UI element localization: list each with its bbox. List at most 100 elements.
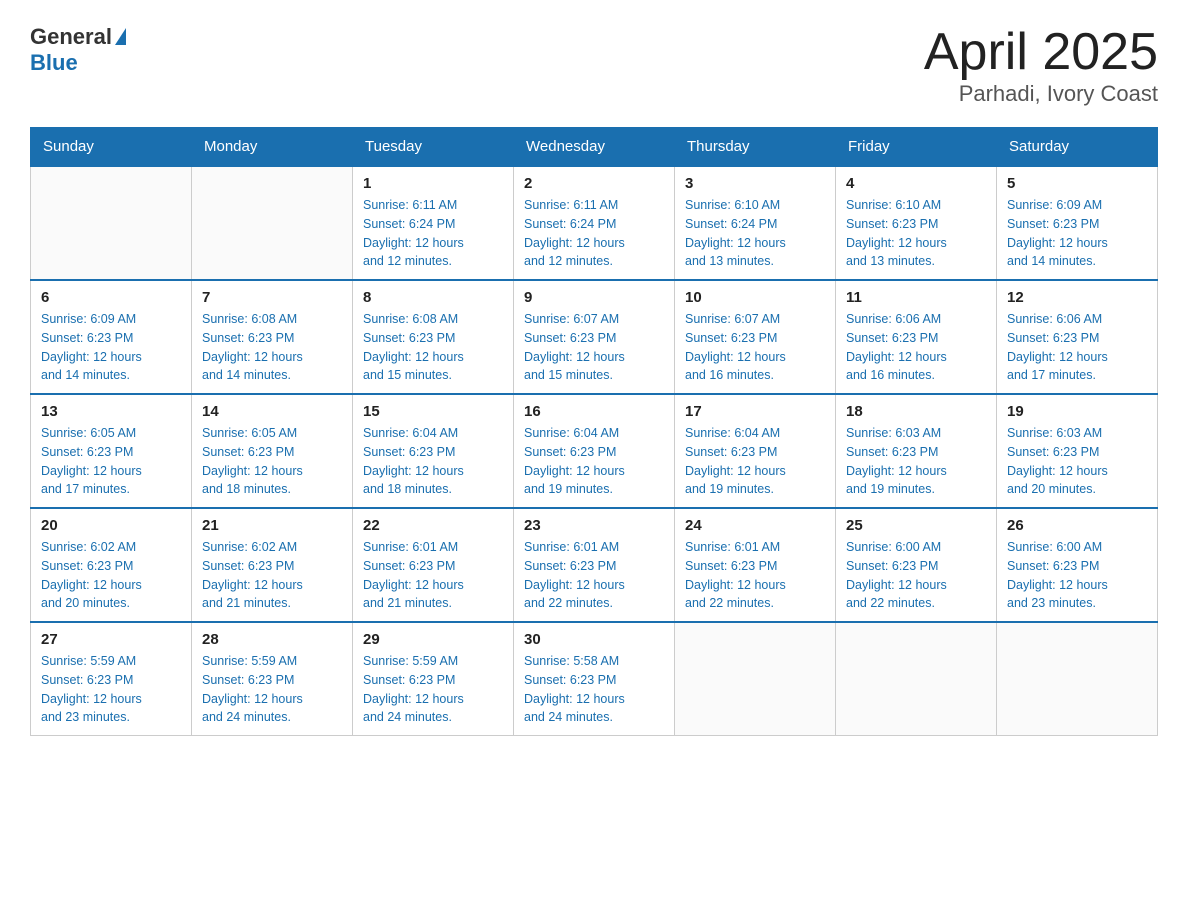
calendar-cell: [675, 622, 836, 736]
calendar-cell: 17 Sunrise: 6:04 AM Sunset: 6:23 PM Dayli…: [675, 394, 836, 508]
calendar-cell: 8Sunrise: 6:08 AM Sunset: 6:23 PM Daylig…: [353, 280, 514, 394]
calendar-cell: 13 Sunrise: 6:05 AM Sunset: 6:23 PM Dayli…: [31, 394, 192, 508]
day-number: 4: [846, 175, 986, 192]
calendar-cell: 2 Sunrise: 6:11 AM Sunset: 6:24 PM Daylig…: [514, 166, 675, 280]
day-number: 24: [685, 517, 825, 534]
calendar-cell: 1 Sunrise: 6:11 AM Sunset: 6:24 PM Daylig…: [353, 166, 514, 280]
calendar-cell: 22 Sunrise: 6:01 AM Sunset: 6:23 PM Dayli…: [353, 508, 514, 622]
calendar-cell: 12 Sunrise: 6:06 AM Sunset: 6:23 PM Dayli…: [997, 280, 1158, 394]
day-info: Sunrise: 6:00 AM Sunset: 6:23 PM Dayligh…: [846, 538, 986, 613]
day-info: Sunrise: 6:01 AM Sunset: 6:23 PM Dayligh…: [524, 538, 664, 613]
day-number: 20: [41, 517, 181, 534]
title-block: April 2025 Parhadi, Ivory Coast: [924, 24, 1158, 107]
day-info: Sunrise: 6:03 AM Sunset: 6:23 PM Dayligh…: [1007, 424, 1147, 499]
page-header: General Blue April 2025 Parhadi, Ivory C…: [30, 24, 1158, 107]
weekday-header-saturday: Saturday: [997, 128, 1158, 167]
day-number: 27: [41, 631, 181, 648]
calendar-cell: [192, 166, 353, 280]
day-info: Sunrise: 5:58 AM Sunset: 6:23 PM Dayligh…: [524, 652, 664, 727]
day-info: Sunrise: 6:04 AM Sunset: 6:23 PM Dayligh…: [685, 424, 825, 499]
day-info: Sunrise: 6:03 AM Sunset: 6:23 PM Dayligh…: [846, 424, 986, 499]
day-number: 17: [685, 403, 825, 420]
day-info: Sunrise: 6:09 AM Sunset: 6:23 PM Dayligh…: [41, 310, 181, 385]
logo-triangle-icon: [115, 28, 126, 45]
calendar-week-4: 20 Sunrise: 6:02 AM Sunset: 6:23 PM Dayli…: [31, 508, 1158, 622]
day-info: Sunrise: 5:59 AM Sunset: 6:23 PM Dayligh…: [363, 652, 503, 727]
day-number: 29: [363, 631, 503, 648]
day-info: Sunrise: 6:01 AM Sunset: 6:23 PM Dayligh…: [363, 538, 503, 613]
calendar-cell: 10 Sunrise: 6:07 AM Sunset: 6:23 PM Dayli…: [675, 280, 836, 394]
calendar-week-5: 27 Sunrise: 5:59 AM Sunset: 6:23 PM Dayli…: [31, 622, 1158, 736]
day-info: Sunrise: 6:04 AM Sunset: 6:23 PM Dayligh…: [524, 424, 664, 499]
calendar-cell: 27 Sunrise: 5:59 AM Sunset: 6:23 PM Dayli…: [31, 622, 192, 736]
day-number: 7: [202, 289, 342, 306]
weekday-header-friday: Friday: [836, 128, 997, 167]
logo: General Blue: [30, 24, 126, 76]
calendar-cell: 25 Sunrise: 6:00 AM Sunset: 6:23 PM Dayli…: [836, 508, 997, 622]
day-info: Sunrise: 6:05 AM Sunset: 6:23 PM Dayligh…: [41, 424, 181, 499]
calendar-cell: 21Sunrise: 6:02 AM Sunset: 6:23 PM Dayli…: [192, 508, 353, 622]
page-title: April 2025: [924, 24, 1158, 81]
day-number: 23: [524, 517, 664, 534]
day-info: Sunrise: 6:05 AM Sunset: 6:23 PM Dayligh…: [202, 424, 342, 499]
calendar-cell: 4 Sunrise: 6:10 AM Sunset: 6:23 PM Daylig…: [836, 166, 997, 280]
calendar-cell: [31, 166, 192, 280]
day-number: 19: [1007, 403, 1147, 420]
day-info: Sunrise: 6:02 AM Sunset: 6:23 PM Dayligh…: [41, 538, 181, 613]
page-subtitle: Parhadi, Ivory Coast: [924, 81, 1158, 107]
day-number: 22: [363, 517, 503, 534]
calendar-cell: 23 Sunrise: 6:01 AM Sunset: 6:23 PM Dayli…: [514, 508, 675, 622]
day-number: 26: [1007, 517, 1147, 534]
calendar-cell: 19 Sunrise: 6:03 AM Sunset: 6:23 PM Dayli…: [997, 394, 1158, 508]
day-info: Sunrise: 6:11 AM Sunset: 6:24 PM Dayligh…: [363, 196, 503, 271]
day-info: Sunrise: 6:00 AM Sunset: 6:23 PM Dayligh…: [1007, 538, 1147, 613]
weekday-header-wednesday: Wednesday: [514, 128, 675, 167]
calendar-table: SundayMondayTuesdayWednesdayThursdayFrid…: [30, 127, 1158, 736]
day-number: 10: [685, 289, 825, 306]
logo-blue-text: Blue: [30, 50, 78, 75]
logo-general-text: General: [30, 24, 112, 50]
calendar-cell: 14Sunrise: 6:05 AM Sunset: 6:23 PM Dayli…: [192, 394, 353, 508]
calendar-cell: 15Sunrise: 6:04 AM Sunset: 6:23 PM Dayli…: [353, 394, 514, 508]
day-number: 13: [41, 403, 181, 420]
day-number: 28: [202, 631, 342, 648]
day-info: Sunrise: 6:07 AM Sunset: 6:23 PM Dayligh…: [524, 310, 664, 385]
day-info: Sunrise: 6:06 AM Sunset: 6:23 PM Dayligh…: [1007, 310, 1147, 385]
day-number: 11: [846, 289, 986, 306]
day-info: Sunrise: 6:08 AM Sunset: 6:23 PM Dayligh…: [202, 310, 342, 385]
weekday-header-thursday: Thursday: [675, 128, 836, 167]
day-number: 21: [202, 517, 342, 534]
day-number: 25: [846, 517, 986, 534]
calendar-cell: [997, 622, 1158, 736]
day-number: 30: [524, 631, 664, 648]
day-info: Sunrise: 6:01 AM Sunset: 6:23 PM Dayligh…: [685, 538, 825, 613]
day-info: Sunrise: 6:04 AM Sunset: 6:23 PM Dayligh…: [363, 424, 503, 499]
calendar-week-2: 6 Sunrise: 6:09 AM Sunset: 6:23 PM Daylig…: [31, 280, 1158, 394]
weekday-header-monday: Monday: [192, 128, 353, 167]
day-number: 3: [685, 175, 825, 192]
day-info: Sunrise: 6:07 AM Sunset: 6:23 PM Dayligh…: [685, 310, 825, 385]
calendar-week-3: 13 Sunrise: 6:05 AM Sunset: 6:23 PM Dayli…: [31, 394, 1158, 508]
day-number: 1: [363, 175, 503, 192]
day-info: Sunrise: 6:11 AM Sunset: 6:24 PM Dayligh…: [524, 196, 664, 271]
day-number: 2: [524, 175, 664, 192]
day-info: Sunrise: 5:59 AM Sunset: 6:23 PM Dayligh…: [41, 652, 181, 727]
day-number: 6: [41, 289, 181, 306]
day-info: Sunrise: 6:10 AM Sunset: 6:23 PM Dayligh…: [846, 196, 986, 271]
calendar-body: 1 Sunrise: 6:11 AM Sunset: 6:24 PM Daylig…: [31, 166, 1158, 736]
day-info: Sunrise: 5:59 AM Sunset: 6:23 PM Dayligh…: [202, 652, 342, 727]
day-number: 18: [846, 403, 986, 420]
calendar-cell: 30 Sunrise: 5:58 AM Sunset: 6:23 PM Dayli…: [514, 622, 675, 736]
day-number: 12: [1007, 289, 1147, 306]
calendar-cell: 18 Sunrise: 6:03 AM Sunset: 6:23 PM Dayli…: [836, 394, 997, 508]
calendar-cell: 20 Sunrise: 6:02 AM Sunset: 6:23 PM Dayli…: [31, 508, 192, 622]
calendar-cell: 29 Sunrise: 5:59 AM Sunset: 6:23 PM Dayli…: [353, 622, 514, 736]
calendar-cell: 7 Sunrise: 6:08 AM Sunset: 6:23 PM Daylig…: [192, 280, 353, 394]
calendar-cell: [836, 622, 997, 736]
day-number: 9: [524, 289, 664, 306]
day-info: Sunrise: 6:08 AM Sunset: 6:23 PM Dayligh…: [363, 310, 503, 385]
weekday-header-tuesday: Tuesday: [353, 128, 514, 167]
day-number: 16: [524, 403, 664, 420]
calendar-header: SundayMondayTuesdayWednesdayThursdayFrid…: [31, 128, 1158, 167]
calendar-cell: 26 Sunrise: 6:00 AM Sunset: 6:23 PM Dayli…: [997, 508, 1158, 622]
